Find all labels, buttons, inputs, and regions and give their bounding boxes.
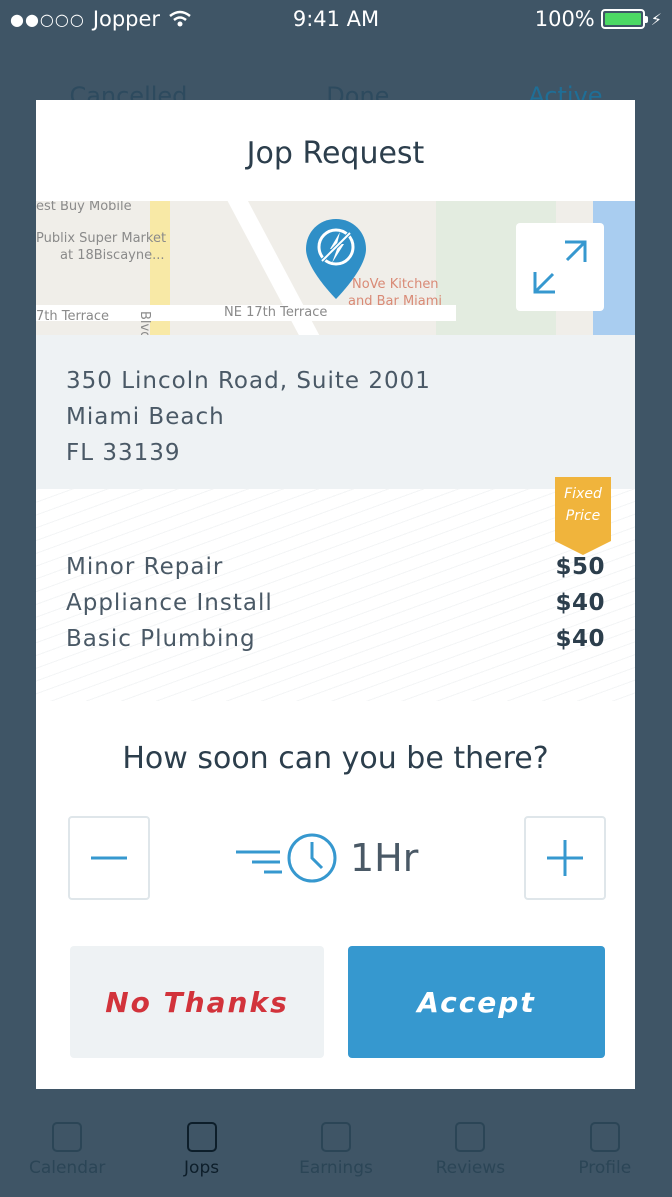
map-label: at 18Biscayne...	[60, 248, 165, 263]
service-name: Basic Plumbing	[66, 626, 256, 652]
accept-button[interactable]: Accept	[348, 946, 605, 1058]
star-icon	[455, 1122, 486, 1152]
address-line: 350 Lincoln Road, Suite 2001	[66, 368, 431, 394]
calendar-icon	[52, 1122, 83, 1152]
address-line: FL 33139	[66, 440, 181, 466]
status-bar: ●●○○○ Jopper 9:41 AM 100% ⚡	[0, 0, 672, 40]
jop-request-modal: Jop Request est Buy Mobile Publix Super …	[36, 100, 635, 1089]
arrival-time-stepper: 1Hr	[36, 816, 635, 916]
tab-bar: Calendar Jops Earnings Reviews Profile	[0, 1108, 672, 1197]
status-right: 100% ⚡	[535, 7, 662, 31]
minus-icon	[91, 856, 127, 860]
expand-icon	[533, 240, 587, 294]
job-address: 350 Lincoln Road, Suite 2001 Miami Beach…	[36, 335, 635, 489]
tab-earnings[interactable]: Earnings	[286, 1122, 386, 1178]
arrival-time-value: 1Hr	[350, 836, 419, 880]
tab-label: Profile	[578, 1158, 632, 1178]
tab-label: Jops	[184, 1158, 220, 1178]
services-list: Fixed Price Minor Repair $50 Appliance I…	[36, 477, 635, 701]
fixed-price-badge: Fixed Price	[555, 477, 611, 555]
map-label: NE 17th Terrace	[224, 305, 328, 320]
service-row: Minor Repair $50	[66, 549, 605, 585]
service-name: Minor Repair	[66, 554, 224, 580]
map-label: Publix Super Market	[36, 231, 167, 246]
map-label: Blvd	[137, 311, 152, 335]
charging-icon: ⚡	[650, 9, 662, 29]
tab-profile[interactable]: Profile	[555, 1122, 655, 1178]
increase-time-button[interactable]	[524, 816, 606, 900]
tab-calendar[interactable]: Calendar	[17, 1122, 117, 1178]
dollar-icon	[320, 1122, 351, 1152]
arrival-time-display: 1Hr	[236, 832, 418, 884]
battery-percent: 100%	[534, 7, 595, 31]
no-thanks-button[interactable]: No Thanks	[70, 946, 324, 1058]
lightning-pin-icon[interactable]	[304, 217, 368, 301]
arrival-question: How soon can you be there?	[122, 741, 549, 776]
expand-map-button[interactable]	[516, 223, 604, 311]
tab-label: Reviews	[435, 1158, 506, 1178]
service-name: Appliance Install	[66, 590, 273, 616]
service-row: Appliance Install $40	[66, 585, 605, 621]
briefcase-icon	[186, 1122, 217, 1152]
service-row: Basic Plumbing $40	[66, 621, 605, 657]
tab-label: Earnings	[299, 1158, 373, 1178]
location-map[interactable]: est Buy Mobile Publix Super Market at 18…	[36, 201, 635, 335]
modal-title: Jop Request	[246, 136, 425, 171]
service-price: $40	[555, 626, 605, 652]
profile-icon	[589, 1122, 620, 1152]
tab-reviews[interactable]: Reviews	[420, 1122, 520, 1178]
address-line: Miami Beach	[66, 404, 225, 430]
service-price: $40	[555, 590, 605, 616]
decrease-time-button[interactable]	[68, 816, 150, 900]
map-label: est Buy Mobile	[36, 201, 132, 214]
fast-clock-icon	[236, 833, 337, 883]
map-label: 7th Terrace	[36, 309, 110, 324]
battery-icon	[600, 9, 648, 29]
tab-jops[interactable]: Jops	[152, 1122, 252, 1178]
tab-label: Calendar	[28, 1158, 106, 1178]
modal-actions: No Thanks Accept	[70, 946, 605, 1058]
plus-icon	[547, 840, 583, 876]
